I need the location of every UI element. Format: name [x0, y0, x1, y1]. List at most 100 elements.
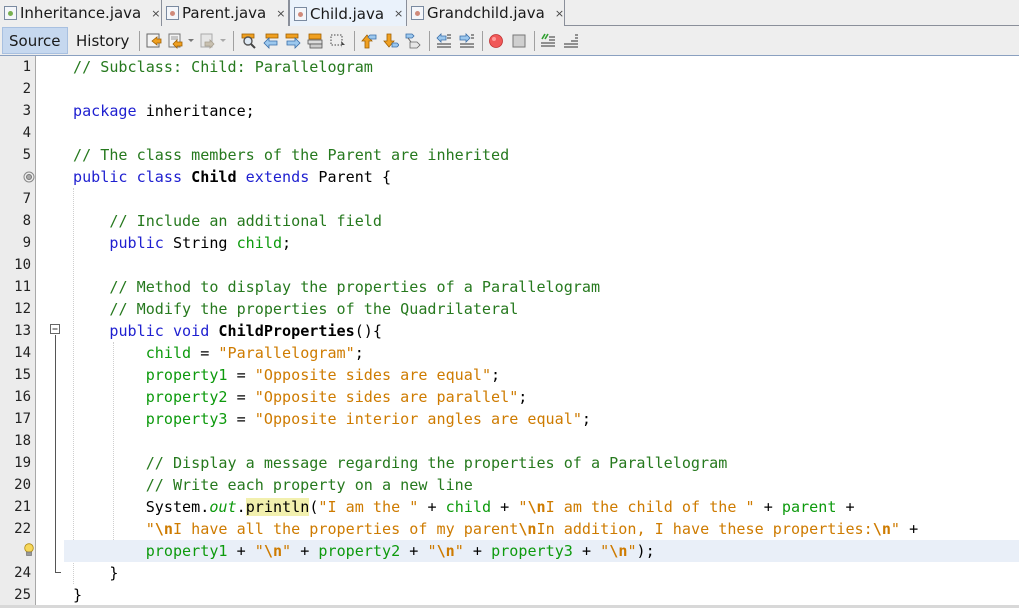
- escape-sequence: \n: [263, 542, 283, 560]
- toolbar-separator: [354, 31, 355, 51]
- toolbar-separator: [233, 31, 234, 51]
- line-number: 22: [14, 521, 31, 537]
- line-number: 20: [14, 477, 31, 493]
- code-text: +: [418, 498, 446, 516]
- code-line-11: // Method to display the properties of a…: [64, 276, 1019, 298]
- close-icon[interactable]: ×: [394, 7, 403, 20]
- code-text: ;: [491, 366, 501, 384]
- comment: // Subclass: Child: Parallelogram: [73, 58, 373, 76]
- toolbar-separator: [429, 31, 430, 51]
- code-text: ;: [282, 234, 292, 252]
- fold-line: [55, 335, 56, 572]
- find-next-icon[interactable]: [285, 33, 301, 49]
- line-number: 9: [22, 235, 31, 251]
- line-number: 1: [22, 59, 31, 75]
- string: "Opposite interior angles are equal": [254, 410, 582, 428]
- code-line-20: // Write each property on a new line: [64, 474, 1019, 496]
- comment-icon[interactable]: [540, 33, 556, 49]
- tab-label: Grandchild.java: [427, 4, 545, 22]
- close-icon[interactable]: ×: [276, 7, 285, 20]
- code-text: +: [291, 542, 319, 560]
- forward-icon[interactable]: [200, 33, 216, 49]
- code-line-8: // Include an additional field: [64, 210, 1019, 232]
- chevron-down-icon[interactable]: [188, 39, 194, 42]
- find-icon[interactable]: [241, 33, 257, 49]
- line-number: 24: [14, 565, 31, 581]
- collapse-fold-icon[interactable]: [50, 324, 61, 335]
- toggle-bookmark-icon[interactable]: [405, 33, 421, 49]
- code-line-21: System.out.println("I am the " + child +…: [64, 496, 1019, 518]
- tab-child-java[interactable]: Child.java ×: [289, 0, 407, 27]
- tab-grandchild-java[interactable]: Grandchild.java ×: [407, 0, 565, 26]
- code-line-23-current: property1 + "\n" + property2 + "\n" + pr…: [64, 540, 1019, 562]
- method-name: ChildProperties: [218, 322, 355, 340]
- keyword: public: [109, 234, 164, 252]
- source-view-button[interactable]: Source: [2, 27, 68, 54]
- line-number: 14: [14, 345, 31, 361]
- comment: // Display a message regarding the prope…: [145, 454, 728, 472]
- string: ": [600, 542, 610, 560]
- code-line-14: child = "Parallelogram";: [64, 342, 1019, 364]
- comment: // Modify the properties of the Quadrila…: [109, 300, 519, 318]
- string: ": [282, 542, 292, 560]
- tab-label: Child.java: [310, 4, 385, 23]
- tab-parent-java[interactable]: Parent.java ×: [162, 0, 289, 26]
- keyword: public void: [109, 322, 219, 340]
- code-editor[interactable]: // Subclass: Child: Parallelogram packag…: [64, 56, 1019, 608]
- tab-label: Inheritance.java: [20, 4, 142, 22]
- escape-sequence: \n: [436, 542, 455, 560]
- last-edit-icon[interactable]: [146, 33, 162, 49]
- field: parent: [781, 498, 837, 516]
- code-line-24: }: [64, 562, 1019, 584]
- field: child: [236, 234, 283, 252]
- lightbulb-hint-icon[interactable]: [23, 543, 35, 557]
- code-text: +: [572, 542, 601, 560]
- code-line-13: public void ChildProperties(){: [64, 320, 1019, 342]
- shift-line-left-icon[interactable]: [436, 33, 452, 49]
- code-text: +: [463, 542, 492, 560]
- field: property2: [145, 388, 228, 406]
- chevron-down-icon[interactable]: [220, 39, 226, 42]
- line-number: 8: [22, 213, 31, 229]
- java-main-file-icon: [4, 6, 17, 20]
- code-line-15: property1 = "Opposite sides are equal";: [64, 364, 1019, 386]
- code-text: (){: [354, 322, 382, 340]
- field: property1: [145, 542, 228, 560]
- code-line-22: "\nI have all the properties of my paren…: [64, 518, 1019, 540]
- code-text: =: [227, 388, 255, 406]
- line-number: 15: [14, 367, 31, 383]
- start-macro-recording-icon[interactable]: [488, 33, 504, 49]
- overrides-icon[interactable]: [23, 171, 35, 183]
- close-icon[interactable]: ×: [555, 7, 564, 20]
- string: ": [454, 542, 464, 560]
- code-line-9: public String child;: [64, 232, 1019, 254]
- rectangular-selection-icon[interactable]: [330, 33, 346, 49]
- code-text: +: [900, 520, 919, 538]
- string: ": [627, 542, 637, 560]
- shift-line-right-icon[interactable]: [459, 33, 475, 49]
- code-line-5: // The class members of the Parent are i…: [64, 144, 1019, 166]
- next-bookmark-icon[interactable]: [383, 33, 399, 49]
- code-line-1: // Subclass: Child: Parallelogram: [64, 56, 1019, 78]
- find-previous-icon[interactable]: [263, 33, 279, 49]
- escape-sequence: \n: [154, 520, 173, 538]
- toggle-highlight-search-icon[interactable]: [307, 33, 323, 49]
- java-file-icon: [294, 6, 307, 21]
- string: ": [890, 520, 901, 538]
- code-text: ;: [518, 388, 528, 406]
- back-icon[interactable]: [168, 33, 184, 49]
- static-field: out: [209, 498, 237, 516]
- history-view-button[interactable]: History: [70, 27, 134, 54]
- escape-sequence: \n: [527, 498, 546, 516]
- line-number: 25: [14, 587, 31, 603]
- close-icon[interactable]: ×: [151, 7, 160, 20]
- previous-bookmark-icon[interactable]: [361, 33, 377, 49]
- line-number: 18: [14, 433, 31, 449]
- tab-inheritance-java[interactable]: Inheritance.java ×: [0, 0, 162, 26]
- code-line-17: property3 = "Opposite interior angles ar…: [64, 408, 1019, 430]
- uncomment-icon[interactable]: [563, 33, 579, 49]
- stop-macro-recording-icon[interactable]: [511, 33, 527, 49]
- line-number: 3: [22, 103, 31, 119]
- keyword: extends: [236, 168, 319, 186]
- code-line-19: // Display a message regarding the prope…: [64, 452, 1019, 474]
